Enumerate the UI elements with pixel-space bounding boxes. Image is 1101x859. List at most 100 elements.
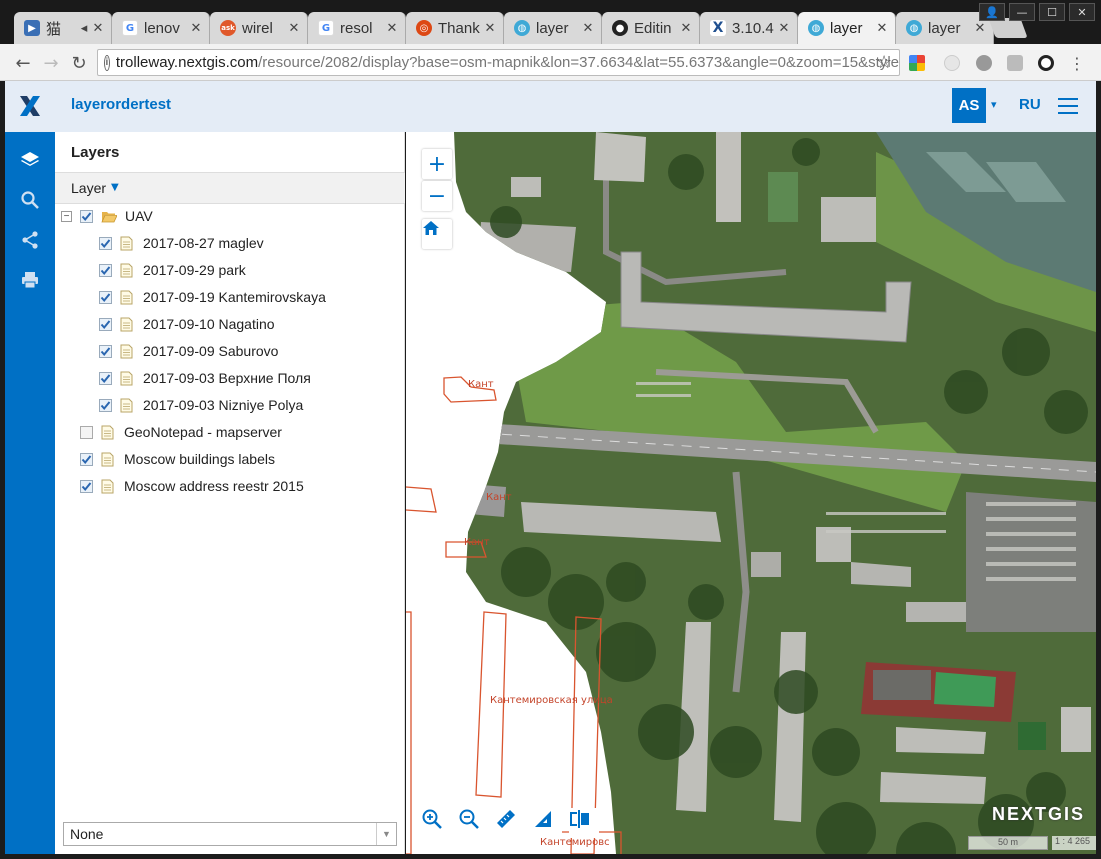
home-extent-button[interactable] [422, 219, 452, 249]
checkbox-checked[interactable] [99, 290, 112, 304]
minimize-icon[interactable]: — [1009, 3, 1035, 21]
share-icon[interactable] [18, 228, 42, 252]
close-icon[interactable]: ✕ [287, 21, 301, 36]
document-icon [120, 263, 133, 277]
url-input[interactable]: i trolleway.nextgis.com/resource/2082/di… [97, 49, 900, 76]
layer-item[interactable]: 2017-09-10 Nagatino [99, 314, 275, 334]
street-label: Кантемировс [540, 837, 610, 848]
close-icon[interactable]: ✕ [875, 21, 889, 36]
layer-item[interactable]: 2017-09-19 Kantemirovskaya [99, 287, 326, 307]
google-icon: G [318, 20, 334, 36]
basemap-select[interactable]: None ▼ [63, 822, 397, 846]
tab[interactable]: ask wirel ✕ [210, 12, 308, 44]
checkbox-checked[interactable] [99, 371, 112, 385]
forward-arrow-icon[interactable]: → [40, 52, 62, 74]
new-tab-button[interactable] [988, 18, 1028, 38]
play-icon: ▶ [24, 20, 40, 36]
search-icon[interactable] [18, 188, 42, 212]
chevron-down-icon[interactable]: ▾ [991, 98, 997, 111]
layer-item[interactable]: 2017-09-09 Saburovo [99, 341, 278, 361]
scale-ratio: 1 : 4 265 [1052, 836, 1096, 850]
magnifier-minus-icon [459, 809, 479, 829]
checkbox-checked[interactable] [99, 317, 112, 331]
bookmark-star-icon[interactable]: ☆ [876, 52, 892, 73]
checkbox-checked[interactable] [99, 236, 112, 250]
tab[interactable]: ▶ 猫 ◂ ✕ [14, 12, 112, 44]
back-arrow-icon[interactable]: ← [12, 52, 34, 74]
checkbox-checked[interactable] [99, 344, 112, 358]
document-icon [120, 290, 133, 304]
info-icon[interactable]: i [104, 54, 110, 71]
close-icon[interactable]: ✕ [385, 21, 399, 36]
layer-item[interactable]: 2017-09-03 Верхние Поля [99, 368, 311, 388]
layer-item[interactable]: 2017-09-29 park [99, 260, 246, 280]
zoom-in-tool-button[interactable] [421, 808, 451, 838]
tab[interactable]: ◎ Thank ✕ [406, 12, 504, 44]
close-icon[interactable]: ✕ [679, 21, 693, 36]
document-icon [101, 425, 114, 439]
avatar[interactable]: AS [952, 88, 986, 123]
zoom-out-button[interactable]: − [422, 181, 452, 211]
street-label: Кант [464, 537, 490, 548]
scale-bar: 50 m [968, 836, 1048, 850]
collapse-toggle[interactable]: − [61, 210, 72, 222]
tab[interactable]: G lenov ✕ [112, 12, 210, 44]
layer-item[interactable]: GeoNotepad - mapserver [80, 422, 282, 442]
sync-icon[interactable] [1038, 55, 1054, 71]
hamburger-menu-icon[interactable] [1058, 98, 1078, 114]
tab[interactable]: G resol ✕ [308, 12, 406, 44]
nextgis-logo-icon[interactable] [19, 94, 41, 118]
tab-active[interactable]: ◍ layer ✕ [798, 12, 896, 44]
layer-group-uav[interactable]: − UAV [61, 206, 153, 226]
document-icon [120, 236, 133, 250]
kebab-menu-icon[interactable]: ⋮ [1066, 52, 1088, 74]
checkbox-checked[interactable] [80, 452, 93, 466]
maximize-icon[interactable]: ☐ [1039, 3, 1065, 21]
layer-item[interactable]: Moscow address reestr 2015 [80, 476, 304, 496]
close-icon[interactable]: ✕ [91, 21, 105, 36]
nextgis-icon: X [710, 20, 726, 36]
close-icon[interactable]: ✕ [483, 21, 497, 36]
extension-icon[interactable] [944, 55, 960, 71]
extension-icon[interactable] [1007, 55, 1023, 71]
checkbox-checked[interactable] [80, 209, 93, 223]
extension-icon[interactable] [909, 55, 925, 71]
document-icon [120, 398, 133, 412]
layer-item[interactable]: 2017-08-27 maglev [99, 233, 264, 253]
globe-icon: ◍ [808, 20, 824, 36]
close-icon[interactable]: ✕ [581, 21, 595, 36]
close-icon[interactable]: ✕ [777, 21, 791, 36]
left-toolbar [5, 132, 55, 854]
close-window-icon[interactable]: ✕ [1069, 3, 1095, 21]
chevron-down-icon[interactable]: ▼ [111, 182, 119, 193]
tab[interactable]: ◍ layer ✕ [504, 12, 602, 44]
measure-distance-button[interactable] [495, 808, 525, 838]
close-icon[interactable]: ✕ [973, 21, 987, 36]
user-icon[interactable]: 👤 [979, 3, 1005, 21]
layer-label: 2017-09-29 park [143, 262, 246, 278]
chevron-down-icon[interactable]: ▼ [376, 823, 396, 845]
close-icon[interactable]: ✕ [189, 21, 203, 36]
checkbox-unchecked[interactable] [80, 425, 93, 439]
language-switch[interactable]: RU [1019, 96, 1041, 113]
extension-icon[interactable] [976, 55, 992, 71]
layer-label: 2017-09-03 Nizniye Polya [143, 397, 304, 413]
layer-item[interactable]: 2017-09-03 Nizniye Polya [99, 395, 303, 415]
checkbox-checked[interactable] [99, 263, 112, 277]
measure-area-button[interactable] [532, 808, 562, 838]
reload-icon[interactable]: ↻ [68, 52, 90, 74]
layers-icon[interactable] [18, 148, 42, 172]
layer-item[interactable]: Moscow buildings labels [80, 449, 275, 469]
zoom-out-tool-button[interactable] [458, 808, 488, 838]
tab[interactable]: ● Editin ✕ [602, 12, 700, 44]
checkbox-checked[interactable] [80, 479, 93, 493]
zoom-in-button[interactable]: + [422, 149, 452, 179]
checkbox-checked[interactable] [99, 398, 112, 412]
map-canvas[interactable]: Кант Кант Кант Кантемировская улица Кант… [406, 132, 1096, 854]
swipe-compare-button[interactable] [569, 808, 599, 838]
document-icon [101, 479, 114, 493]
print-icon[interactable] [18, 268, 42, 292]
audio-icon[interactable]: ◂ [77, 21, 91, 36]
tab[interactable]: X 3.10.4 ✕ [700, 12, 798, 44]
layer-menu-button[interactable]: Layer [71, 180, 106, 196]
